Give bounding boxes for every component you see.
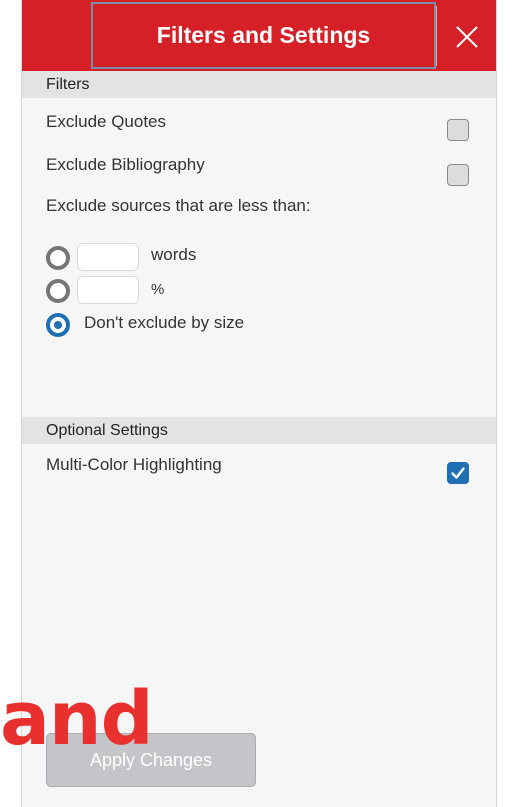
exclude-bibliography-checkbox[interactable] (447, 164, 469, 186)
exclude-quotes-checkbox[interactable] (447, 119, 469, 141)
radio-exclude-words[interactable] (46, 246, 70, 270)
exclude-bibliography-label: Exclude Bibliography (46, 155, 205, 174)
multi-color-highlighting-label: Multi-Color Highlighting (46, 455, 222, 474)
percent-threshold-input[interactable] (77, 276, 139, 304)
size-exclusion-prompt: Exclude sources that are less than: (46, 196, 311, 215)
radio-dont-exclude[interactable] (46, 313, 70, 337)
radio-exclude-percent[interactable] (46, 279, 70, 303)
overlay-word: and (0, 676, 154, 762)
exclude-quotes-label: Exclude Quotes (46, 112, 167, 131)
words-unit-label: words (151, 245, 197, 264)
header-title-box: Filters and Settings (91, 2, 436, 69)
close-icon (456, 26, 478, 48)
percent-unit-label: % (151, 281, 165, 298)
filters-section-title: Filters (46, 75, 90, 93)
optional-settings-section-title: Optional Settings (46, 421, 168, 439)
words-threshold-input[interactable] (77, 243, 139, 271)
panel-title: Filters and Settings (156, 22, 371, 48)
multi-color-highlighting-checkbox[interactable] (447, 462, 469, 484)
checkmark-icon (451, 467, 465, 479)
filters-section-header: Filters (22, 71, 496, 98)
optional-settings-section-header: Optional Settings (22, 417, 496, 444)
close-button[interactable] (452, 22, 482, 52)
dont-exclude-label: Don't exclude by size (84, 313, 245, 332)
panel-header: Filters and Settings (22, 0, 496, 71)
header-divider (436, 6, 437, 66)
